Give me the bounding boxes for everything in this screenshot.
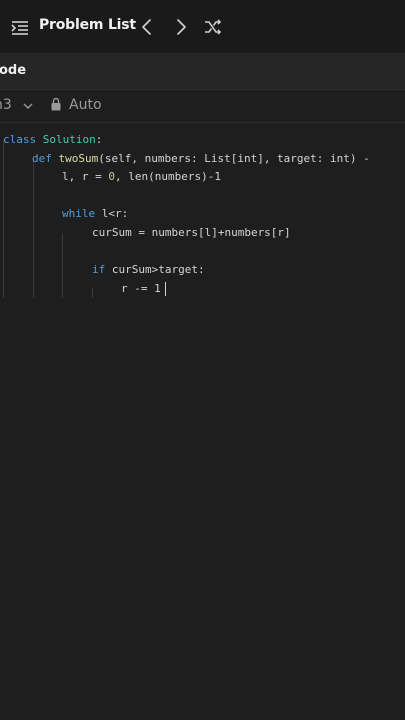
indent-guide	[3, 140, 4, 298]
problem-list-title[interactable]: Problem List	[39, 17, 136, 33]
top-bar: Problem List	[0, 0, 405, 54]
code-token: r -= 1	[121, 282, 161, 295]
code-token: , len(numbers)-1	[114, 170, 221, 183]
shuffle-icon[interactable]	[203, 17, 223, 37]
code-token: twoSum	[58, 152, 99, 165]
code-token: 0	[108, 170, 115, 183]
chevron-down-icon[interactable]	[22, 100, 34, 112]
list-icon[interactable]	[11, 19, 29, 37]
code-editor[interactable]: class Solution: def twoSum(self, numbers…	[0, 123, 405, 720]
indent-guide	[92, 288, 93, 298]
code-line: if curSum>target:	[92, 261, 205, 279]
code-token: curSum = numbers[l]+numbers[r]	[92, 226, 291, 239]
auto-mode[interactable]: Auto	[69, 97, 102, 113]
chevron-right-icon[interactable]	[171, 17, 191, 37]
indent-guide	[62, 233, 63, 298]
code-token: l<r:	[95, 207, 129, 220]
code-token: Solution	[42, 133, 96, 146]
code-line: while l<r:	[62, 205, 128, 223]
code-line: l, r = 0, len(numbers)-1	[62, 168, 221, 186]
code-token: l, r =	[62, 170, 109, 183]
text-cursor	[165, 282, 166, 296]
indent-guide	[33, 159, 34, 298]
code-token: class	[3, 133, 37, 146]
code-line: r -= 1	[121, 280, 161, 298]
code-token: while	[62, 207, 96, 220]
code-line: curSum = numbers[l]+numbers[r]	[92, 224, 291, 242]
code-token: def	[32, 152, 52, 165]
code-panel-label: ode	[0, 63, 27, 78]
code-panel-header: ode	[0, 53, 405, 90]
code-token: :	[95, 133, 103, 146]
chevron-left-icon[interactable]	[137, 17, 157, 37]
code-line: def twoSum(self, numbers: List[int], tar…	[32, 150, 370, 168]
code-token: curSum>target:	[105, 263, 205, 276]
language-select[interactable]: n3	[0, 97, 12, 113]
editor-toolbar: n3 Auto	[0, 90, 405, 123]
code-token: (self, numbers: List[int], target: int) …	[98, 152, 370, 165]
lock-icon	[51, 97, 61, 111]
code-token: if	[92, 263, 106, 276]
code-line: class Solution:	[3, 131, 102, 149]
